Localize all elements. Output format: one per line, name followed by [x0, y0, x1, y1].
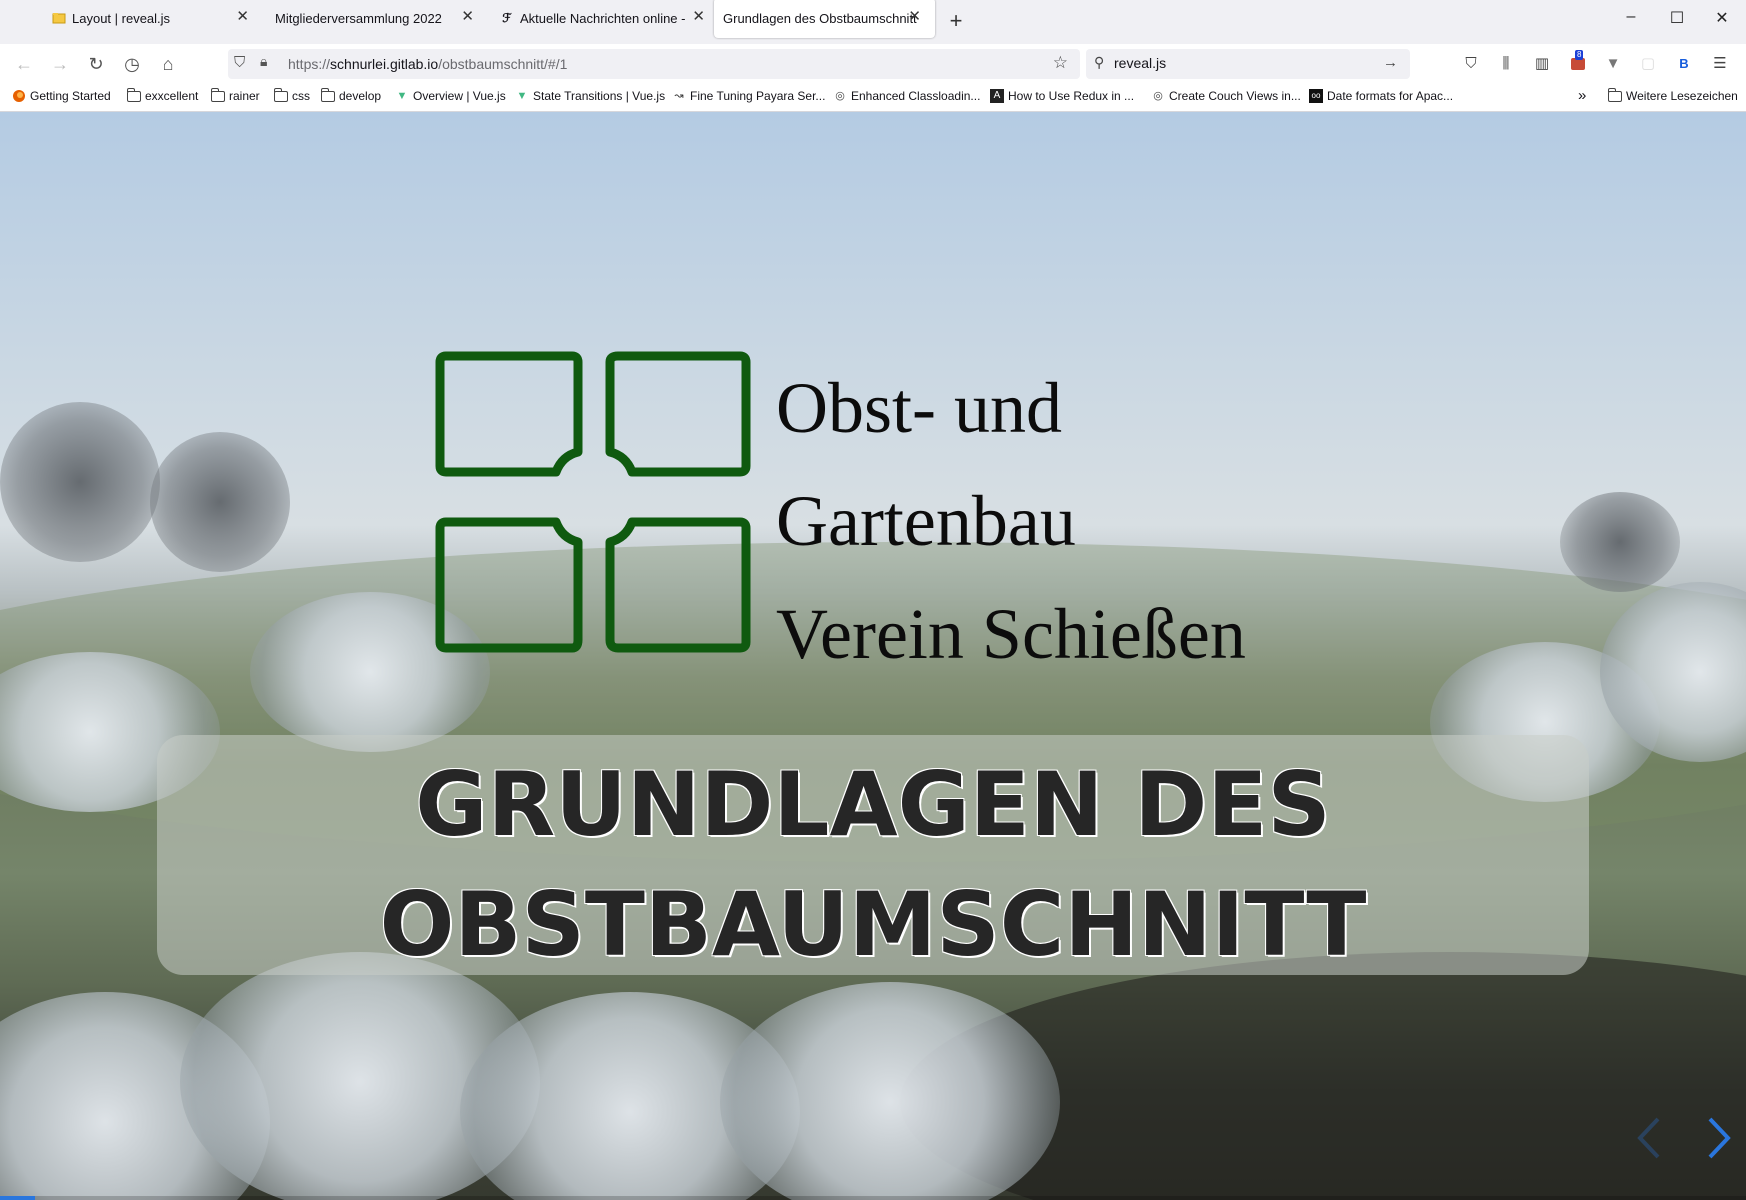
forward-button[interactable]: → [48, 52, 72, 76]
tab-layout-revealjs[interactable]: Layout | reveal.js ✕ [38, 0, 263, 38]
folder-icon [1608, 87, 1622, 102]
search-icon: ⚲ [1094, 54, 1105, 70]
background-tree [1560, 492, 1680, 592]
globe-icon: ◎ [835, 90, 845, 102]
club-name-line: Verein Schießen [776, 594, 1246, 674]
slide-title-box: GRUNDLAGEN DES OBSTBAUMSCHNITT [157, 735, 1589, 976]
pocket-icon[interactable]: ⛉ [1459, 52, 1483, 76]
library-icon[interactable]: ⫼ [1494, 52, 1518, 76]
go-arrow-icon[interactable]: → [1383, 54, 1398, 71]
tab-title: Grundlagen des Obstbaumschnitt [723, 10, 917, 26]
folder-icon [52, 11, 66, 25]
bookmark-payara[interactable]: ↝ Fine Tuning Payara Ser... [672, 89, 825, 103]
sidebar-icon[interactable]: ▥ [1530, 52, 1554, 76]
slide-progress-fill [0, 1196, 35, 1200]
bookmark-date-formats[interactable]: oo Date formats for Apac... [1309, 89, 1453, 103]
search-bar[interactable]: ⚲ → [1086, 49, 1410, 79]
tab-title: Mitgliederversammlung 2022 [275, 10, 442, 26]
folder-icon [321, 87, 335, 102]
extension-placeholder-icon[interactable]: ▢ [1636, 52, 1660, 76]
club-name-line: Gartenbau [776, 481, 1076, 561]
globe-icon: ◎ [1153, 90, 1163, 102]
club-logo-icon [435, 351, 751, 653]
bookmark-vue-state-transitions[interactable]: ▼ State Transitions | Vue.js [515, 89, 666, 103]
vue-devtools-icon[interactable]: ▼ [1601, 52, 1625, 76]
extension-icon[interactable]: 8 [1566, 50, 1590, 76]
search-input[interactable] [1114, 55, 1364, 71]
payara-icon: ↝ [674, 90, 684, 102]
bitwarden-icon[interactable]: B [1672, 52, 1696, 76]
bookmark-getting-started[interactable]: Getting Started [12, 89, 111, 103]
slide-title: GRUNDLAGEN DES OBSTBAUMSCHNITT [157, 745, 1589, 985]
folder-icon [127, 87, 141, 102]
a-logo-icon: A [990, 89, 1004, 103]
extension-badge: 8 [1575, 50, 1584, 60]
new-tab-button[interactable]: + [946, 8, 966, 34]
tab-title: Aktuelle Nachrichten online - FA [520, 10, 685, 26]
home-button[interactable]: ⌂ [156, 52, 180, 76]
back-button[interactable]: ← [12, 52, 36, 76]
close-window-button[interactable]: ✕ [1710, 8, 1734, 28]
star-icon[interactable]: ☆ [1053, 53, 1068, 73]
slide-title-line: GRUNDLAGEN DES [415, 753, 1331, 856]
vue-icon: ▼ [516, 90, 528, 102]
background-tree [0, 402, 160, 562]
next-slide-arrow-icon[interactable] [1704, 1115, 1734, 1161]
menu-icon[interactable]: ☰ [1708, 52, 1732, 76]
club-name-line: Obst- und [776, 368, 1062, 448]
bookmark-folder-exxcellent[interactable]: exxcellent [127, 87, 198, 103]
close-icon[interactable]: ✕ [461, 7, 474, 25]
bookmarks-overflow-button[interactable]: » [1578, 87, 1586, 104]
navigation-bar: ← → ↻ ◷ ⌂ ⛉ 🔒︎ https://schnurlei.gitlab.… [0, 44, 1746, 84]
url-bar[interactable]: ⛉ 🔒︎ https://schnurlei.gitlab.io/obstbau… [228, 49, 1080, 79]
bookmark-redux[interactable]: A How to Use Redux in ... [990, 89, 1134, 103]
background-tree [150, 432, 290, 572]
maximize-button[interactable]: ☐ [1665, 8, 1689, 28]
bookmarks-bar: Getting Started exxcellent rainer css de… [0, 84, 1746, 112]
tab-title: Layout | reveal.js [72, 10, 171, 26]
oo-icon: oo [1309, 89, 1323, 103]
prev-slide-arrow-icon[interactable] [1634, 1115, 1664, 1161]
bookmark-vue-overview[interactable]: ▼ Overview | Vue.js [395, 89, 506, 103]
bookmark-couch-views[interactable]: ◎ Create Couch Views in... [1151, 89, 1301, 103]
tab-mitgliederversammlung[interactable]: Mitgliederversammlung 2022 ✕ [263, 0, 488, 38]
url-text: https://schnurlei.gitlab.io/obstbaumschn… [288, 56, 568, 72]
vue-icon: ▼ [396, 90, 408, 102]
history-icon[interactable]: ◷ [120, 52, 144, 76]
lock-icon[interactable]: 🔒︎ [260, 53, 267, 70]
folder-icon [274, 87, 288, 102]
tab-grundlagen[interactable]: Grundlagen des Obstbaumschnitt ✕ [714, 0, 935, 38]
minimize-button[interactable]: – [1619, 8, 1643, 26]
firefox-icon [12, 89, 26, 103]
other-bookmarks[interactable]: Weitere Lesezeichen [1608, 87, 1738, 103]
bookmark-folder-develop[interactable]: develop [321, 87, 381, 103]
slide-progress-bar [0, 1196, 1746, 1200]
slide-viewport: Obst- und Gartenbau Verein Schießen GRUN… [0, 112, 1746, 1200]
close-icon[interactable]: ✕ [908, 7, 921, 25]
slide-title-line: OBSTBAUMSCHNITT [379, 873, 1367, 976]
tab-aktuelle-nachrichten[interactable]: ℱ Aktuelle Nachrichten online - FA ✕ [488, 0, 713, 38]
tab-strip: Layout | reveal.js ✕ Mitgliederversammlu… [0, 0, 1746, 44]
club-name: Obst- und Gartenbau Verein Schießen [776, 352, 1246, 691]
close-icon[interactable]: ✕ [236, 7, 249, 25]
faz-icon: ℱ [502, 11, 512, 25]
folder-icon [211, 87, 225, 102]
shield-icon[interactable]: ⛉ [234, 54, 245, 71]
reload-button[interactable]: ↻ [84, 52, 108, 76]
bookmark-classloading[interactable]: ◎ Enhanced Classloadin... [833, 89, 980, 103]
bookmark-folder-css[interactable]: css [274, 87, 310, 103]
bookmark-folder-rainer[interactable]: rainer [211, 87, 260, 103]
close-icon[interactable]: ✕ [692, 7, 705, 25]
